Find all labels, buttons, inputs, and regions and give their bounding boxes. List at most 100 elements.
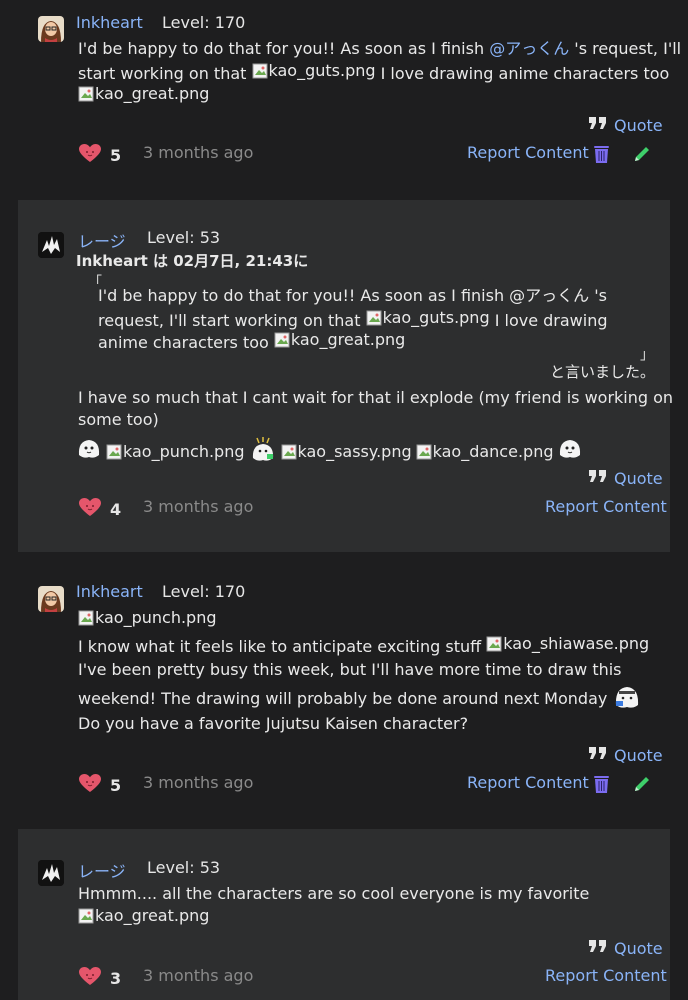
like-counter[interactable]: 5 — [78, 773, 121, 797]
broken-image: kao_great.png — [274, 329, 405, 351]
report-content-link[interactable]: Report Content — [545, 966, 667, 985]
broken-image: kao_punch.png — [106, 441, 245, 463]
post-text-line: kao_great.png — [78, 83, 209, 108]
username[interactable]: レージ — [78, 858, 126, 882]
broken-image: kao_shiawase.png — [486, 633, 649, 655]
broken-image: kao_punch.png — [78, 607, 217, 629]
quote-button[interactable]: Quote — [588, 115, 663, 135]
user-level: Level: 53 — [147, 228, 221, 247]
post-text-line: I know what it feels like to anticipate … — [78, 633, 649, 658]
pencil-icon[interactable] — [632, 774, 652, 798]
text: some too) — [78, 410, 159, 429]
kaomoji-ghost-icon — [76, 437, 102, 467]
like-count: 4 — [110, 499, 122, 519]
text: I'd be happy to do that for you!! As soo… — [78, 39, 490, 58]
post-text-line: kao_punch.png — [78, 607, 217, 632]
text: I know what it feels like to anticipate … — [78, 637, 487, 656]
text: Do you have a favorite Jujutsu Kaisen ch… — [78, 714, 469, 733]
quote-icon — [588, 745, 608, 765]
broken-image-icon — [78, 86, 94, 102]
trash-icon[interactable] — [593, 144, 610, 168]
quote-meta: Inkheart は 02月7日, 21:43に — [76, 252, 309, 270]
post-text-line: I have so much that I cant wait for that… — [78, 387, 673, 409]
broken-image: kao_guts.png — [366, 307, 490, 329]
broken-image-icon — [78, 908, 94, 924]
avatar-inkheart[interactable] — [38, 16, 64, 42]
post-4: レージ Level: 53 Hmmm.... all the character… — [18, 829, 670, 1000]
post-text-line: Hmmm.... all the characters are so cool … — [78, 883, 589, 905]
text: weekend! The drawing will probably be do… — [78, 689, 608, 708]
quote-icon — [588, 938, 608, 958]
broken-image-icon — [252, 63, 268, 79]
kaomoji-ghost-icon — [557, 437, 583, 467]
text: I've been pretty busy this week, but I'l… — [78, 660, 622, 679]
username[interactable]: レージ — [78, 228, 126, 252]
broken-image-icon — [106, 444, 122, 460]
heart-icon — [78, 966, 102, 990]
text: I love drawing — [489, 311, 608, 330]
post-emoji-line: kao_punch.png kao_sassy.png kao_dance.pn… — [76, 436, 583, 468]
avatar-reiji[interactable] — [38, 860, 64, 886]
quoted-text-line: I'd be happy to do that for you!! As soo… — [98, 285, 607, 307]
user-level: Level: 53 — [147, 858, 221, 877]
like-counter[interactable]: 4 — [78, 497, 121, 521]
avatar-inkheart[interactable] — [38, 586, 64, 612]
broken-image-icon — [366, 310, 382, 326]
broken-image-icon — [486, 636, 502, 652]
kaomoji-ghost-icon — [613, 683, 641, 715]
text: anime characters too — [98, 333, 274, 352]
broken-image: kao_dance.png — [416, 441, 553, 463]
like-count: 5 — [110, 775, 122, 795]
quote-button[interactable]: Quote — [588, 468, 663, 488]
report-content-link[interactable]: Report Content — [467, 143, 589, 162]
user-level: Level: 170 — [162, 13, 246, 32]
broken-image: kao_sassy.png — [281, 441, 412, 463]
like-counter[interactable]: 5 — [78, 143, 121, 167]
heart-icon — [78, 143, 102, 167]
quote-icon — [588, 468, 608, 488]
heart-icon — [78, 773, 102, 797]
post-time: 3 months ago — [143, 966, 254, 985]
avatar-reiji[interactable] — [38, 232, 64, 258]
quoted-text-line: anime characters too kao_great.png — [98, 329, 405, 354]
post-time: 3 months ago — [143, 143, 254, 162]
post-text-line: weekend! The drawing will probably be do… — [78, 683, 641, 715]
quote-button[interactable]: Quote — [588, 745, 663, 765]
username[interactable]: Inkheart — [76, 13, 143, 32]
post-2: レージ Level: 53 Inkheart は 02月7日, 21:43に 「… — [18, 200, 673, 552]
quote-button[interactable]: Quote — [588, 938, 663, 958]
broken-image-icon — [274, 332, 290, 348]
text: I love drawing anime characters too — [375, 64, 670, 83]
broken-image: kao_great.png — [78, 905, 209, 927]
post-time: 3 months ago — [143, 497, 254, 516]
like-count: 5 — [110, 145, 122, 165]
post-text-line: I'd be happy to do that for you!! As soo… — [78, 38, 681, 60]
like-counter[interactable]: 3 — [78, 966, 121, 990]
text: start working on that — [78, 64, 252, 83]
post-text-line: some too) — [78, 409, 159, 431]
text: Hmmm.... all the characters are so cool … — [78, 884, 590, 903]
quote-label: Quote — [614, 115, 663, 135]
post-text-line: start working on that kao_guts.png I lov… — [78, 60, 669, 85]
broken-image: kao_guts.png — [252, 60, 376, 82]
username[interactable]: Inkheart — [76, 582, 143, 601]
text: 's request, I'll — [569, 39, 682, 58]
heart-icon — [78, 497, 102, 521]
post-text-line: kao_great.png — [78, 905, 209, 930]
broken-image-icon — [416, 444, 432, 460]
broken-image: kao_great.png — [78, 83, 209, 105]
post-time: 3 months ago — [143, 773, 254, 792]
report-content-link[interactable]: Report Content — [467, 773, 589, 792]
post-text-line: Do you have a favorite Jujutsu Kaisen ch… — [78, 713, 468, 735]
broken-image-icon — [78, 610, 94, 626]
report-content-link[interactable]: Report Content — [545, 497, 667, 516]
text: request, I'll start working on that — [98, 311, 366, 330]
pencil-icon[interactable] — [632, 144, 652, 168]
quote-icon — [588, 115, 608, 135]
trash-icon[interactable] — [593, 774, 610, 798]
quote-label: Quote — [614, 938, 663, 958]
quote-said: と言いました。 — [550, 363, 656, 381]
mention-link[interactable]: @アっくん — [489, 39, 569, 58]
text: I'd be happy to do that for you!! As soo… — [98, 286, 608, 305]
broken-image-icon — [281, 444, 297, 460]
